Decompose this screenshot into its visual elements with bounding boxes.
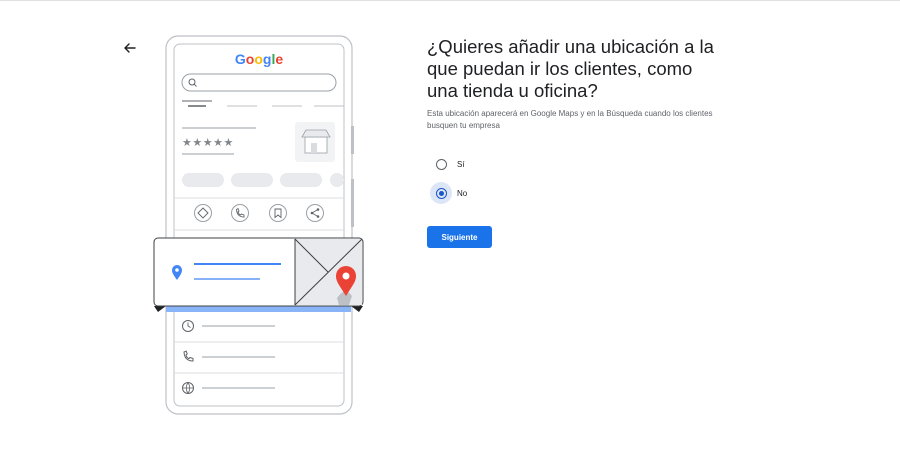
page-title: ¿Quieres añadir una ubicación a la que p… [427,36,714,101]
radio-no[interactable] [430,182,452,204]
google-logo: Google [235,51,283,67]
option-no[interactable]: No [430,182,467,204]
top-divider [0,0,900,1]
radio-yes[interactable] [430,153,452,175]
phone-icon [231,204,249,222]
option-yes[interactable]: Sí [430,153,465,175]
share-icon [306,204,324,222]
rating-stars: ★★★★★ [182,136,234,149]
phone-illustration: Google ★★★★★ [150,34,370,418]
bookmark-icon [269,204,287,222]
option-yes-label: Sí [457,159,465,169]
option-no-label: No [457,188,468,198]
back-button[interactable] [120,38,140,58]
next-button[interactable]: Siguiente [427,226,492,248]
page-description: Esta ubicación aparecerá en Google Maps … [427,109,713,130]
directions-icon [194,204,212,222]
arrow-back-icon [124,43,136,53]
storefront-icon [301,129,331,154]
